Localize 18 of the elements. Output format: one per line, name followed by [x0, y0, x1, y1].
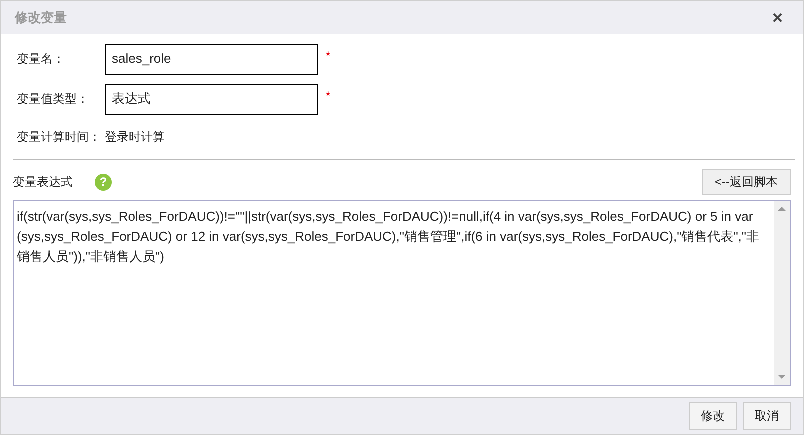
input-field[interactable]: 表达式 — [105, 84, 318, 114]
scroll-down-icon[interactable] — [778, 375, 786, 379]
back-to-script-button[interactable]: <--返回脚本 — [702, 169, 791, 195]
dialog-button[interactable]: 取消 — [743, 402, 791, 430]
scroll-up-icon[interactable] — [778, 207, 786, 211]
field-label: 变量计算时间： — [16, 129, 102, 146]
required-mark: * — [326, 88, 331, 105]
field-label: 变量值类型： — [16, 91, 90, 108]
window-title: 修改变量 — [15, 8, 67, 27]
scrollbar[interactable] — [774, 201, 790, 385]
required-mark: * — [326, 48, 331, 65]
expression-field[interactable]: if(str(var(sys,sys_Roles_ForDAUC))!=""||str(var(sys,sys_Roles_ForDAUC))!=null,if(4 in var(sys,sys_Roles_ForDAUC) or 5 in var (sys,sys_Roles_ForDAUC) or 12 in var(sys,sys_Roles_ForDAUC),"销售管理",if(6 in var(sys,sys_Roles_ForDAUC),"销售代表","非销售人员")),"非销售人员") — [13, 200, 791, 386]
field-label: 变量名： — [16, 51, 66, 68]
dialog-button[interactable]: 修改 — [689, 402, 737, 430]
section-label: 变量表达式 — [13, 174, 73, 191]
field-value: 登录时计算 — [105, 129, 165, 146]
close-button[interactable]: × — [772, 8, 783, 26]
input-field[interactable]: sales_role — [105, 44, 318, 74]
